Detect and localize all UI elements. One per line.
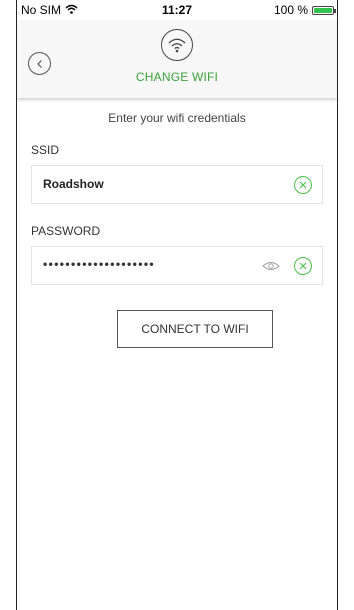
page-title: CHANGE WIFI [135, 70, 219, 84]
clear-icon [299, 181, 307, 189]
ssid-clear-button[interactable] [294, 176, 312, 194]
phone-screen: No SIM 11:27 100 % CHANGE WIFI Enter you… [16, 0, 338, 610]
clear-icon [299, 262, 307, 270]
password-clear-button[interactable] [294, 257, 312, 275]
form-subtitle: Enter your wifi credentials [108, 111, 246, 125]
header: CHANGE WIFI [17, 20, 337, 98]
password-value[interactable]: •••••••••••••••••••• [43, 257, 155, 271]
wifi-icon [161, 29, 193, 61]
battery-percent: 100 % [273, 3, 308, 17]
status-bar: No SIM 11:27 100 % [17, 0, 337, 20]
ssid-label: SSID [31, 143, 60, 157]
eye-icon [262, 262, 280, 270]
connect-button-label: CONNECT TO WIFI [141, 322, 249, 336]
back-icon [36, 59, 42, 68]
show-password-button[interactable] [262, 260, 280, 272]
password-field[interactable]: •••••••••••••••••••• [31, 246, 323, 285]
ssid-field[interactable]: Roadshow [31, 165, 323, 204]
password-label: PASSWORD [31, 224, 101, 238]
battery-icon [312, 5, 336, 15]
ssid-value[interactable]: Roadshow [43, 177, 104, 191]
battery-level [314, 7, 332, 13]
status-battery-group: 100 % [273, 3, 336, 17]
connect-button[interactable]: CONNECT TO WIFI [117, 310, 273, 348]
